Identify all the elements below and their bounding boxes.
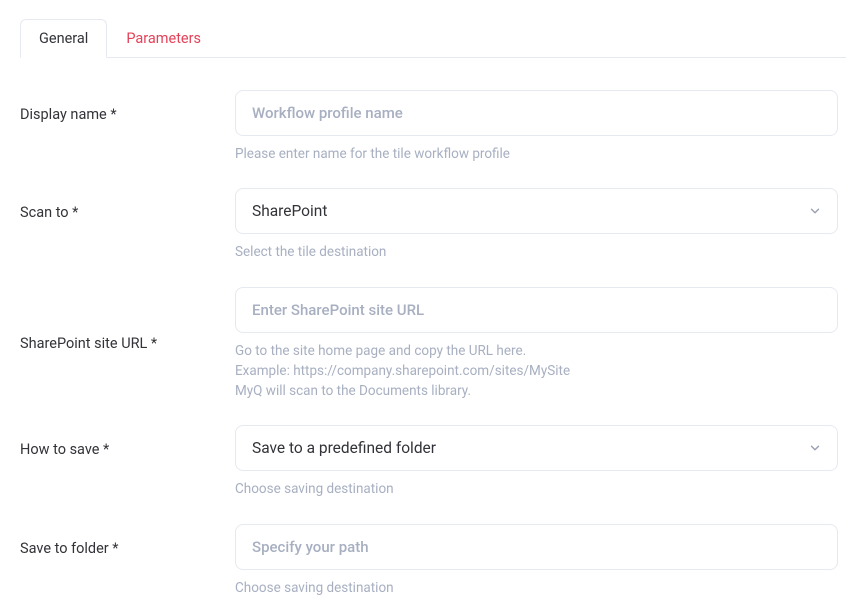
how-to-save-help: Choose saving destination [235,479,838,499]
field-col: Please enter name for the tile workflow … [235,90,846,164]
label-col: Scan to * [20,188,235,221]
field-col: Save to a predefined folder Choose savin… [235,425,846,499]
site-url-label: SharePoint site URL * [20,335,157,352]
display-name-input[interactable] [235,90,838,136]
site-url-input[interactable] [235,287,838,333]
field-col: Go to the site home page and copy the UR… [235,287,846,402]
field-col: Choose saving destination [235,524,846,598]
scan-to-help: Select the tile destination [235,242,838,262]
site-url-help-line3: MyQ will scan to the Documents library. [235,381,838,401]
row-display-name: Display name * Please enter name for the… [20,90,846,164]
row-save-to-folder: Save to folder * Choose saving destinati… [20,524,846,598]
how-to-save-value: Save to a predefined folder [235,425,838,471]
row-scan-to: Scan to * SharePoint Select the tile des… [20,188,846,262]
display-name-label: Display name * [20,106,117,123]
save-to-folder-label: Save to folder * [20,540,119,557]
how-to-save-label: How to save * [20,441,109,458]
save-to-folder-help: Choose saving destination [235,578,838,598]
field-col: SharePoint Select the tile destination [235,188,846,262]
label-col: SharePoint site URL * [20,287,235,352]
row-how-to-save: How to save * Save to a predefined folde… [20,425,846,499]
display-name-help: Please enter name for the tile workflow … [235,144,838,164]
label-col: Display name * [20,90,235,123]
label-col: Save to folder * [20,524,235,557]
row-site-url: SharePoint site URL * Go to the site hom… [20,287,846,402]
scan-to-value: SharePoint [235,188,838,234]
tab-parameters[interactable]: Parameters [107,19,220,58]
label-col: How to save * [20,425,235,458]
tabs-bar: General Parameters [20,18,846,58]
scan-to-label: Scan to * [20,204,78,221]
tab-general[interactable]: General [20,19,107,58]
site-url-help: Go to the site home page and copy the UR… [235,341,838,402]
site-url-help-line2: Example: https://company.sharepoint.com/… [235,361,838,381]
site-url-help-line1: Go to the site home page and copy the UR… [235,341,838,361]
scan-to-select[interactable]: SharePoint [235,188,838,234]
how-to-save-select[interactable]: Save to a predefined folder [235,425,838,471]
save-to-folder-input[interactable] [235,524,838,570]
